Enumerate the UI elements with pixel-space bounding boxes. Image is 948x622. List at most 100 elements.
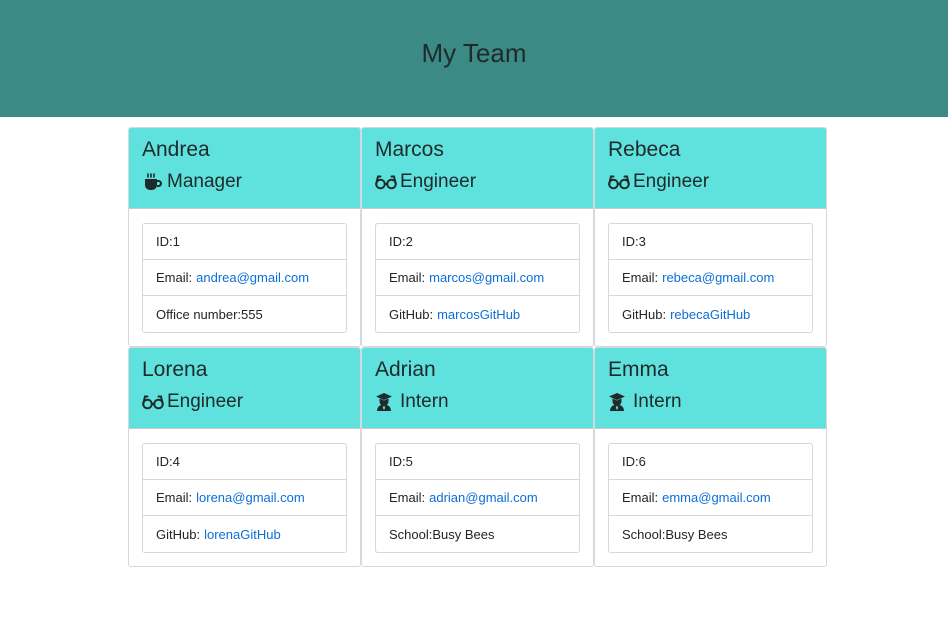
card-header: Adrian Intern: [362, 348, 593, 429]
email-link[interactable]: marcos@gmail.com: [429, 270, 544, 285]
details-list: ID: 5 Email: adrian@gmail.com School: Bus…: [375, 443, 580, 553]
employee-card: Adrian Intern ID: 5 Email: adrian@gmail.c…: [361, 347, 594, 567]
id-prefix: ID:: [389, 234, 406, 249]
email-item: Email: lorena@gmail.com: [143, 480, 346, 516]
card-header: Lorena Engineer: [129, 348, 360, 429]
employee-role: Intern: [375, 390, 580, 414]
details-list: ID: 3 Email: rebeca@gmail.com GitHub: rebe…: [608, 223, 813, 333]
id-value: 1: [172, 234, 180, 249]
page-title: My Team: [421, 38, 527, 68]
id-item: ID: 6: [609, 444, 812, 480]
email-prefix: Email:: [622, 490, 659, 505]
id-prefix: ID:: [389, 454, 406, 469]
email-item: Email: rebeca@gmail.com: [609, 260, 812, 296]
email-item: Email: marcos@gmail.com: [376, 260, 579, 296]
id-item: ID: 2: [376, 224, 579, 260]
id-value: 4: [172, 454, 180, 469]
role-label: Engineer: [633, 171, 710, 192]
email-link[interactable]: adrian@gmail.com: [429, 490, 538, 505]
card-header: Emma Intern: [595, 348, 826, 429]
github-prefix: GitHub:: [622, 306, 667, 322]
school-prefix: School:: [389, 526, 433, 542]
email-prefix: Email:: [389, 490, 426, 505]
email-link[interactable]: andrea@gmail.com: [196, 270, 309, 285]
role-label: Intern: [633, 391, 682, 412]
github-item: GitHub: rebecaGitHub: [609, 296, 812, 332]
id-prefix: ID:: [156, 234, 173, 249]
details-list: ID: 2 Email: marcos@gmail.com GitHub: marc…: [375, 223, 580, 333]
details-list: ID: 4 Email: lorena@gmail.com GitHub: lore…: [142, 443, 347, 553]
employee-card: Marcos Engineer ID: 2 Email: marcos@gmail…: [361, 127, 594, 347]
id-item: ID: 3: [609, 224, 812, 260]
card-header: Andrea Manager: [129, 128, 360, 209]
id-value: 2: [405, 234, 413, 249]
email-link[interactable]: rebeca@gmail.com: [662, 270, 774, 285]
email-link[interactable]: lorena@gmail.com: [196, 490, 305, 505]
id-value: 3: [638, 234, 646, 249]
email-item: Email: andrea@gmail.com: [143, 260, 346, 296]
employee-role: Manager: [142, 170, 347, 194]
office-prefix: Office number:: [156, 306, 242, 322]
details-list: ID: 1 Email: andrea@gmail.com Office numb…: [142, 223, 347, 333]
office-item: Office number: 555: [143, 296, 346, 332]
email-link[interactable]: emma@gmail.com: [662, 490, 771, 505]
id-value: 5: [405, 454, 413, 469]
school-value: Busy Bees: [432, 526, 495, 542]
team-grid: Andrea Manager ID: 1 Email: andrea@gmail.…: [128, 127, 827, 567]
employee-role: Engineer: [608, 170, 813, 194]
school-value: Busy Bees: [665, 526, 728, 542]
email-prefix: Email:: [156, 490, 193, 505]
school-item: School: Busy Bees: [609, 516, 812, 552]
employee-role: Intern: [608, 390, 813, 414]
email-item: Email: emma@gmail.com: [609, 480, 812, 516]
github-prefix: GitHub:: [389, 306, 434, 322]
graduate-icon: [608, 392, 630, 412]
id-item: ID: 1: [143, 224, 346, 260]
employee-name: Andrea: [142, 138, 210, 161]
employee-card: Andrea Manager ID: 1 Email: andrea@gmail.…: [128, 127, 361, 347]
employee-role: Engineer: [375, 170, 580, 194]
card-body: ID: 6 Email: emma@gmail.com School: Busy …: [595, 429, 826, 553]
employee-name: Rebeca: [608, 138, 681, 161]
github-item: GitHub: lorenaGitHub: [143, 516, 346, 552]
id-prefix: ID:: [622, 234, 639, 249]
email-prefix: Email:: [389, 270, 426, 285]
employee-name: Adrian: [375, 358, 436, 381]
id-item: ID: 5: [376, 444, 579, 480]
employee-card: Lorena Engineer ID: 4 Email: lorena@gmail…: [128, 347, 361, 567]
email-item: Email: adrian@gmail.com: [376, 480, 579, 516]
card-header: Rebeca Engineer: [595, 128, 826, 209]
employee-name: Emma: [608, 358, 669, 381]
id-prefix: ID:: [622, 454, 639, 469]
employee-name: Lorena: [142, 358, 208, 381]
employee-card: Emma Intern ID: 6 Email: emma@gmail.com S…: [594, 347, 827, 567]
role-label: Engineer: [167, 391, 244, 412]
card-body: ID: 5 Email: adrian@gmail.com School: Bus…: [362, 429, 593, 553]
glasses-icon: [375, 172, 397, 192]
employee-card: Rebeca Engineer ID: 3 Email: rebeca@gmail…: [594, 127, 827, 347]
card-body: ID: 4 Email: lorena@gmail.com GitHub: lore…: [129, 429, 360, 553]
coffee-icon: [142, 172, 164, 192]
email-prefix: Email:: [622, 270, 659, 285]
github-link[interactable]: marcosGitHub: [437, 307, 520, 322]
employee-name: Marcos: [375, 138, 444, 161]
github-item: GitHub: marcosGitHub: [376, 296, 579, 332]
role-label: Intern: [400, 391, 449, 412]
github-link[interactable]: lorenaGitHub: [204, 527, 281, 542]
page-header: My Team: [0, 0, 948, 117]
role-label: Manager: [167, 171, 242, 192]
id-value: 6: [638, 454, 646, 469]
id-item: ID: 4: [143, 444, 346, 480]
glasses-icon: [608, 172, 630, 192]
role-label: Engineer: [400, 171, 477, 192]
github-link[interactable]: rebecaGitHub: [670, 307, 750, 322]
details-list: ID: 6 Email: emma@gmail.com School: Busy …: [608, 443, 813, 553]
card-body: ID: 2 Email: marcos@gmail.com GitHub: marc…: [362, 209, 593, 333]
email-prefix: Email:: [156, 270, 193, 285]
employee-role: Engineer: [142, 390, 347, 414]
graduate-icon: [375, 392, 397, 412]
card-header: Marcos Engineer: [362, 128, 593, 209]
school-prefix: School:: [622, 526, 666, 542]
glasses-icon: [142, 392, 164, 412]
id-prefix: ID:: [156, 454, 173, 469]
